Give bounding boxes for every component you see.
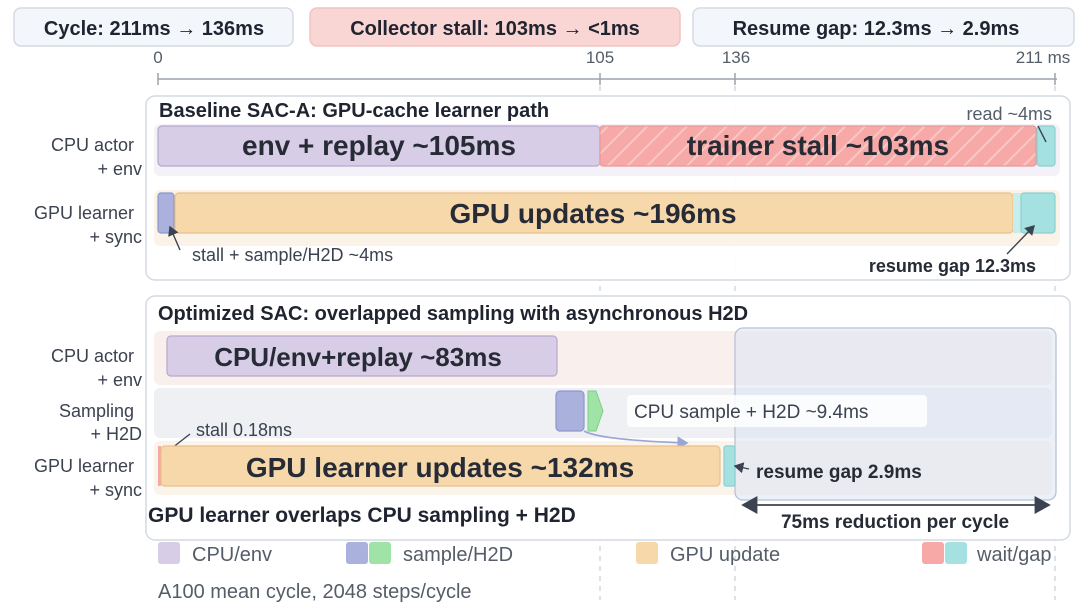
- resume-summary: Resume gap: 12.3ms → 2.9ms: [733, 18, 1020, 40]
- read-label: read ~4ms: [966, 104, 1052, 124]
- opt-cpu-label-2: + env: [97, 370, 142, 390]
- legend-sample-swatch: [346, 542, 368, 564]
- tick-label-136: 136: [722, 48, 750, 67]
- cycle-timeline-diagram: Cycle: 211ms → 136ms Collector stall: 10…: [13, 7, 1075, 603]
- reduction-label: 75ms reduction per cycle: [781, 512, 1009, 533]
- opt-gpu-label-2: + sync: [89, 480, 142, 500]
- opt-cpu-env-label: CPU/env+replay ~83ms: [214, 342, 502, 372]
- stall-sample-label: stall + sample/H2D ~4ms: [192, 245, 393, 265]
- read-bar: [1036, 125, 1056, 167]
- tick-label-211: 211 ms: [1016, 48, 1071, 67]
- opt-sampling-label-2: + H2D: [90, 424, 142, 444]
- legend-h2d-swatch: [369, 542, 391, 564]
- legend-sample-label: sample/H2D: [403, 544, 513, 566]
- cycle-summary: Cycle: 211ms → 136ms: [44, 18, 264, 40]
- gpu-updates-label: GPU updates ~196ms: [449, 198, 736, 229]
- summary-pills: Cycle: 211ms → 136ms Collector stall: 10…: [13, 7, 1075, 47]
- baseline-gpu-label-1: GPU learner: [34, 203, 134, 223]
- opt-gpu-label-1: GPU learner: [34, 456, 134, 476]
- opt-sample-label: CPU sample + H2D ~9.4ms: [634, 402, 868, 423]
- baseline-title: Baseline SAC-A: GPU-cache learner path: [159, 100, 549, 122]
- optimized-panel: Optimized SAC: overlapped sampling with …: [34, 295, 1071, 541]
- opt-resume-gap-bar: [723, 445, 736, 487]
- resume-gap-bar: [1020, 192, 1056, 234]
- legend-gpu-label: GPU update: [670, 544, 780, 566]
- legend-cpu-swatch: [158, 542, 180, 564]
- legend-cpu-label: CPU/env: [192, 544, 272, 566]
- baseline-resume-label: resume gap 12.3ms: [869, 256, 1036, 276]
- opt-sampling-label-1: Sampling: [59, 401, 134, 421]
- tick-label-105: 105: [586, 48, 614, 67]
- gap-bar-small: [1013, 193, 1021, 233]
- baseline-gpu-label-2: + sync: [89, 227, 142, 247]
- baseline-panel: Baseline SAC-A: GPU-cache learner path C…: [34, 95, 1071, 281]
- opt-resume-label: resume gap 2.9ms: [756, 462, 922, 483]
- trainer-stall-label: trainer stall ~103ms: [687, 130, 949, 161]
- baseline-cpu-label-1: CPU actor: [51, 135, 134, 155]
- baseline-cpu-label-2: + env: [97, 159, 142, 179]
- overlap-note: GPU learner overlaps CPU sampling + H2D: [148, 504, 576, 527]
- stall-sample-bar: [157, 192, 175, 234]
- legend-wait-label: wait/gap: [976, 544, 1052, 566]
- opt-gpu-updates-label: GPU learner updates ~132ms: [246, 452, 634, 483]
- env-replay-label: env + replay ~105ms: [242, 130, 516, 161]
- legend-gap-swatch: [945, 542, 967, 564]
- tick-label-0: 0: [153, 48, 162, 67]
- optimized-title: Optimized SAC: overlapped sampling with …: [158, 303, 748, 325]
- stall-summary: Collector stall: 103ms → <1ms: [350, 18, 640, 40]
- opt-stall-label: stall 0.18ms: [196, 420, 292, 440]
- opt-sample-bar: [555, 390, 585, 432]
- legend-gpu-swatch: [636, 542, 658, 564]
- footnote: A100 mean cycle, 2048 steps/cycle: [158, 581, 472, 603]
- legend-wait-swatch: [922, 542, 944, 564]
- opt-cpu-label-1: CPU actor: [51, 346, 134, 366]
- legend: CPU/env sample/H2D GPU update wait/gap: [158, 542, 1052, 566]
- time-axis: 0 105 136 211 ms: [153, 48, 1070, 85]
